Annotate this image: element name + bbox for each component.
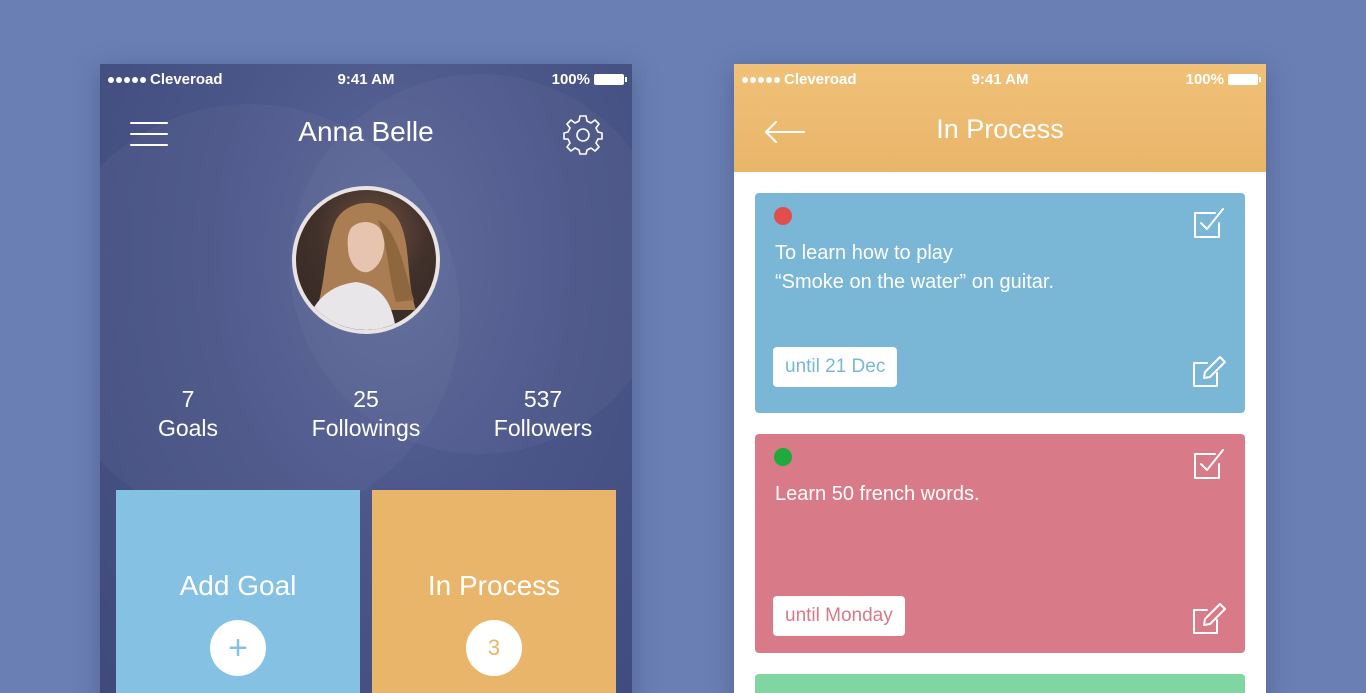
stat-label: Followings [311, 415, 421, 441]
plus-icon[interactable]: + [210, 620, 266, 676]
in-process-tile[interactable]: In Process 3 [372, 490, 616, 693]
gear-icon[interactable] [562, 114, 604, 156]
in-process-count-badge: 3 [466, 620, 522, 676]
add-goal-tile[interactable]: Add Goal + [116, 490, 360, 693]
goal-card[interactable]: To learn how to play “Smoke on the water… [755, 193, 1245, 413]
nav-bar: Cleveroad 9:41 AM 100% In Process [734, 64, 1266, 172]
battery-icon [1228, 74, 1261, 85]
goal-text-line: “Smoke on the water” on guitar. [775, 271, 1055, 293]
stat-label: Goals [157, 415, 219, 441]
profile-screen: Cleveroad 9:41 AM 100% Anna Belle 7 Goal… [100, 64, 632, 693]
goal-text-line: To learn how to play [775, 242, 953, 264]
goal-text: To learn how to play “Smoke on the water… [775, 239, 1175, 297]
status-dot-green [774, 448, 792, 466]
status-dot-red [774, 207, 792, 225]
edit-icon[interactable] [1191, 353, 1227, 389]
checkbox-icon[interactable] [1191, 205, 1227, 241]
battery-percent: 100% [551, 71, 590, 88]
stat-value: 25 [353, 386, 379, 412]
in-process-screen: Cleveroad 9:41 AM 100% In Process To lea [734, 64, 1266, 693]
page-title: In Process [936, 114, 1064, 144]
avatar[interactable] [292, 186, 440, 334]
in-process-title: In Process [427, 570, 561, 601]
stat-followers[interactable]: 537 Followers [458, 386, 628, 442]
battery-icon [594, 74, 627, 85]
battery: 100% [1185, 71, 1261, 88]
status-bar: Cleveroad 9:41 AM 100% [734, 64, 1266, 96]
battery: 100% [551, 71, 627, 88]
profile-name: Anna Belle [298, 116, 434, 147]
due-date-badge: until 21 Dec [773, 347, 898, 387]
add-goal-title: Add Goal [179, 570, 297, 601]
stat-label: Followers [493, 415, 593, 441]
edit-icon[interactable] [1191, 600, 1227, 636]
profile-stats: 7 Goals 25 Followings 537 Followers [100, 386, 632, 446]
stat-value: 7 [181, 386, 195, 412]
goal-text: Learn 50 french words. [775, 480, 1175, 509]
status-bar: Cleveroad 9:41 AM 100% [100, 64, 632, 96]
stat-goals[interactable]: 7 Goals [103, 386, 273, 442]
goal-card[interactable] [755, 674, 1245, 693]
due-date-badge: until Monday [773, 596, 905, 636]
checkbox-icon[interactable] [1191, 446, 1227, 482]
goal-text-line: Learn 50 french words. [775, 483, 980, 505]
goal-card[interactable]: Learn 50 french words. until Monday [755, 434, 1245, 653]
avatar-photo [306, 202, 416, 330]
stat-followings[interactable]: 25 Followings [281, 386, 451, 442]
stat-value: 537 [523, 386, 563, 412]
battery-percent: 100% [1185, 71, 1224, 88]
